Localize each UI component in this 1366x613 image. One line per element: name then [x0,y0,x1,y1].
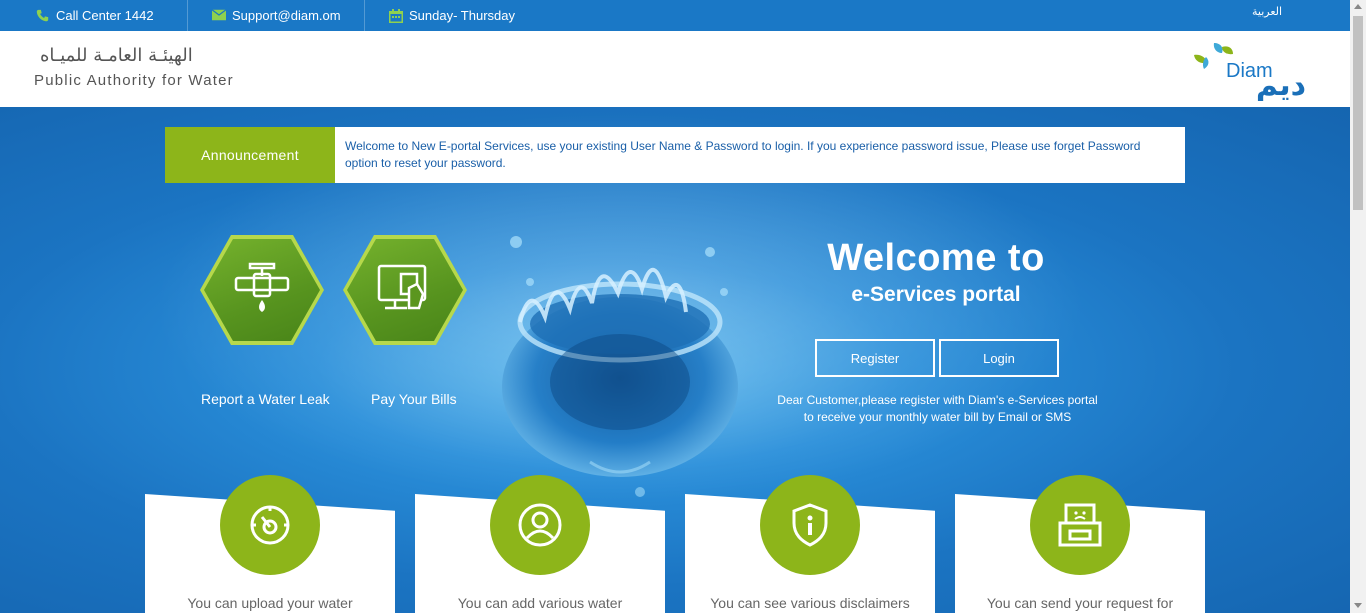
call-center[interactable]: Call Center 1442 [36,0,154,31]
announcement-bar: Announcement Welcome to New E-portal Ser… [165,127,1185,183]
language-switch-label[interactable]: العربية [1252,5,1282,18]
feature-text-disclaimers: You can see various disclaimers [710,595,910,611]
shield-info-icon [760,475,860,575]
complaint-box-icon [1030,475,1130,575]
phone-icon [36,9,50,23]
register-info: Dear Customer,please register with Diam'… [760,392,1115,426]
logo-arabic: ديم [1256,68,1306,101]
divider [364,0,365,31]
pay-bills-icon [377,264,427,310]
scroll-up-arrow-icon[interactable] [1354,4,1362,9]
announcement-label: Announcement [165,127,335,183]
register-info-line-1: Dear Customer,please register with Diam'… [777,393,1098,407]
scrollbar-thumb[interactable] [1353,16,1363,210]
meter-icon [220,475,320,575]
page-scrollbar[interactable] [1350,0,1366,613]
feature-text-meter: You can upload your water [187,595,353,611]
envelope-icon [212,8,226,23]
announcement-text: Welcome to New E-portal Services, use yo… [345,139,1141,170]
top-bar: Call Center 1442 Support@diam.om Sunday-… [0,0,1350,31]
call-center-text: Call Center 1442 [56,8,154,23]
language-switch[interactable]: العربية [1252,0,1282,27]
feature-text-requests: You can send your request for [986,595,1174,611]
water-leak-icon [234,262,290,312]
divider [187,0,188,31]
diam-logo[interactable]: Diam ديم [1186,37,1310,103]
brand-name-english: Public Authority for Water [34,72,234,89]
working-hours: Sunday- Thursday [389,0,515,31]
hero-section: Announcement Welcome to New E-portal Ser… [0,107,1350,613]
support-email[interactable]: Support@diam.om [212,0,341,31]
welcome-subtitle: e-Services portal [851,283,1021,306]
scroll-down-arrow-icon[interactable] [1354,603,1362,608]
login-button[interactable]: Login [939,339,1059,377]
site-header: الهيئـة العامـة للميـاه Public Authority… [0,31,1350,107]
register-info-line-2: to receive your monthly water bill by Em… [803,410,1072,424]
report-water-leak-button[interactable] [200,235,324,345]
calendar-icon [389,8,403,23]
water-splash-image [502,236,738,497]
register-button[interactable]: Register [815,339,935,377]
working-hours-text: Sunday- Thursday [409,8,515,23]
report-water-leak-label[interactable]: Report a Water Leak [201,391,330,407]
brand-name-arabic: الهيئـة العامـة للميـاه [40,45,193,66]
user-icon [490,475,590,575]
pay-bills-button[interactable] [343,235,467,345]
pay-bills-label[interactable]: Pay Your Bills [371,391,457,407]
support-email-text: Support@diam.om [232,8,341,23]
feature-text-accounts: You can add various water [457,595,623,611]
welcome-title: Welcome to [827,237,1045,279]
